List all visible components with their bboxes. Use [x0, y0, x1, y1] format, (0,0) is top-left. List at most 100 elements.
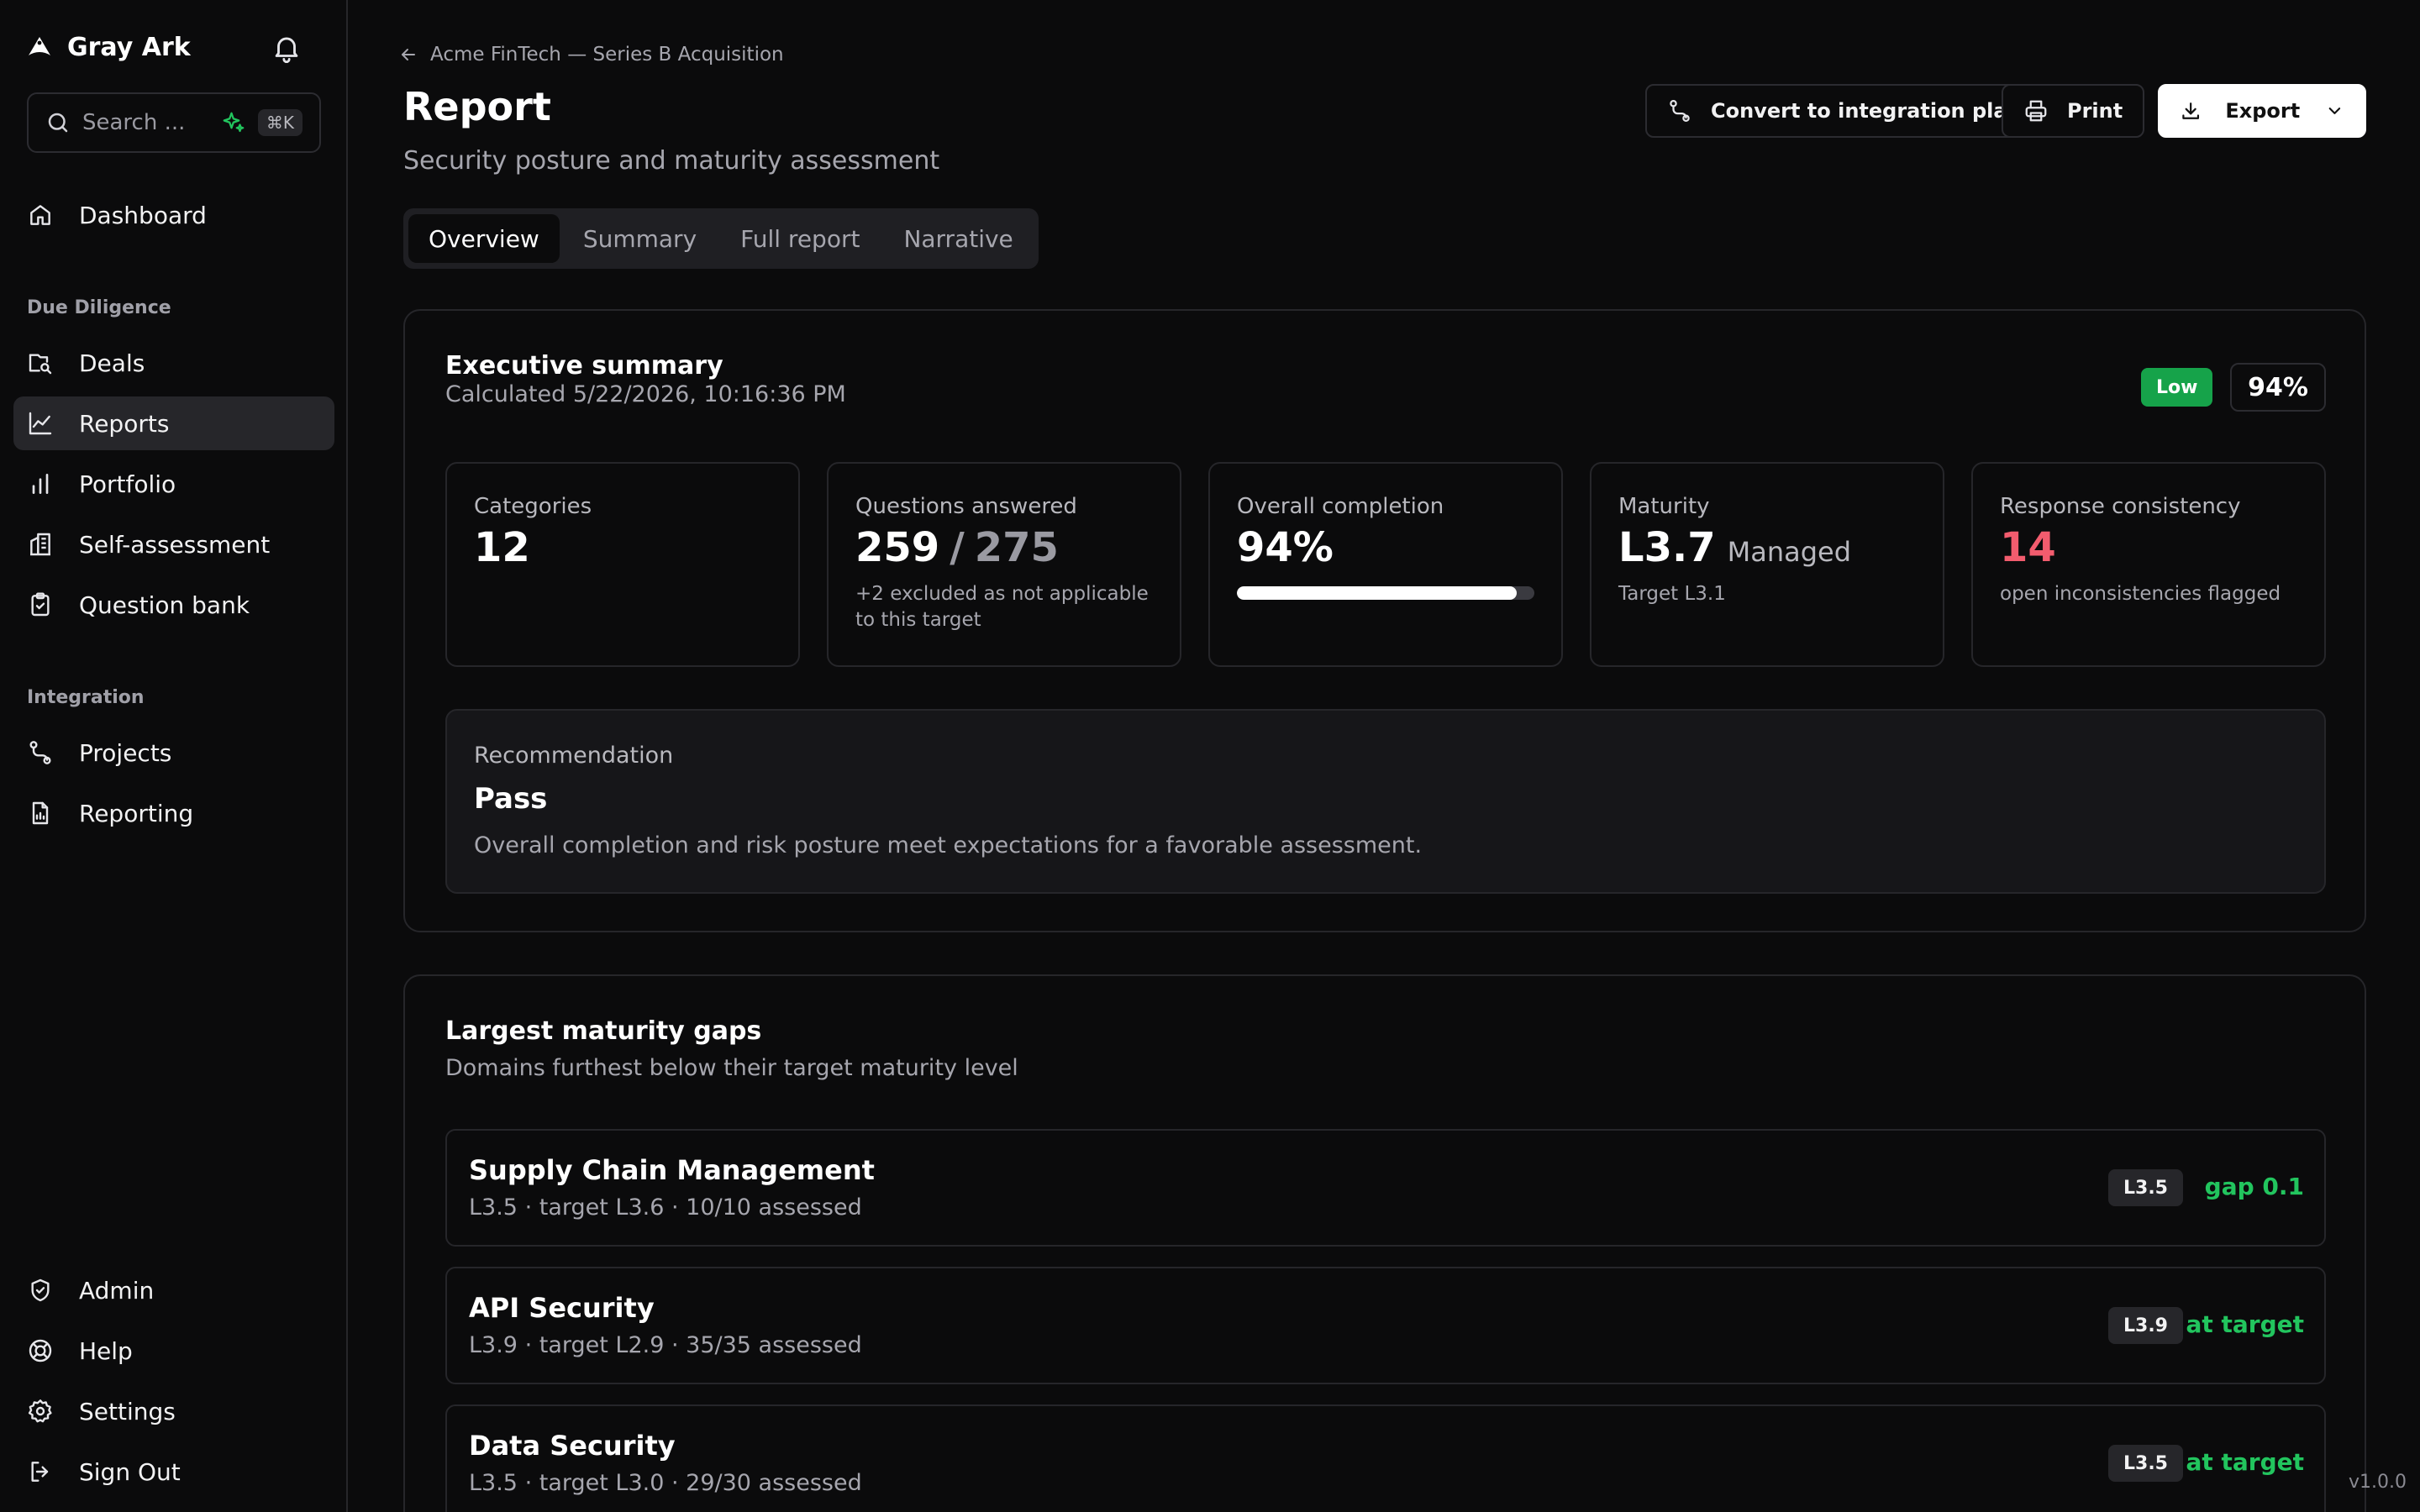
- search-shortcut: ⌘K: [257, 109, 302, 136]
- chevron-down-icon[interactable]: [2325, 100, 2344, 122]
- clipboard-check-icon: [31, 592, 50, 617]
- gap-status: at target: [2186, 1310, 2304, 1338]
- stat-response-consistency: Response consistency 14 open inconsisten…: [1971, 462, 2326, 667]
- gap-row[interactable]: API Security L3.9 · target L2.9 · 35/35 …: [445, 1267, 2326, 1384]
- maturity-target: Target L3.1: [1618, 583, 1726, 605]
- convert-button-label: Convert to integration plan: [1711, 99, 2022, 123]
- lifebuoy-icon: [29, 1339, 52, 1362]
- recommendation-text: Overall completion and risk posture meet…: [474, 832, 1423, 858]
- tab-full-report[interactable]: Full report: [720, 214, 880, 263]
- tab-summary[interactable]: Summary: [563, 214, 717, 263]
- score-badge: 94%: [2230, 363, 2326, 412]
- recommendation-verdict: Pass: [474, 782, 548, 816]
- level-badge: L3.5: [2108, 1169, 2183, 1206]
- sidebar-item-dashboard[interactable]: Dashboard: [13, 188, 334, 242]
- executive-summary-title: Executive summary: [445, 351, 723, 381]
- convert-to-integration-plan-button[interactable]: Convert to integration plan: [1645, 84, 2044, 138]
- sidebar-item-reports[interactable]: Reports: [13, 396, 334, 450]
- print-button-label: Print: [2067, 99, 2123, 123]
- gap-row[interactable]: Supply Chain Management L3.5 · target L3…: [445, 1129, 2326, 1247]
- app-name: Gray Ark: [67, 32, 191, 62]
- sidebar-item-label: Help: [79, 1336, 133, 1365]
- domain-meta: L3.9 · target L2.9 · 35/35 assessed: [469, 1332, 862, 1358]
- route-icon: [1670, 100, 1690, 122]
- main-content: Acme FinTech — Series B Acquisition Repo…: [348, 0, 2420, 1512]
- domain-meta: L3.5 · target L3.6 · 10/10 assessed: [469, 1194, 862, 1221]
- domain-name: API Security: [469, 1292, 655, 1324]
- home-icon: [30, 205, 50, 225]
- sidebar-item-label: Reporting: [79, 799, 194, 827]
- sidebar-item-deals[interactable]: Deals: [13, 336, 334, 390]
- recommendation-label: Recommendation: [474, 743, 674, 769]
- ai-sparkle-icon[interactable]: [221, 110, 246, 135]
- app-version: v1.0.0: [2349, 1472, 2407, 1493]
- level-badge: L3.5: [2108, 1445, 2183, 1482]
- maturity-gaps-card: Largest maturity gaps Domains furthest b…: [403, 974, 2366, 1512]
- maturity-level-value: L3.7: [1618, 524, 1716, 571]
- sidebar-item-portfolio[interactable]: Portfolio: [13, 457, 334, 511]
- stat-label: Overall completion: [1237, 494, 1444, 519]
- level-badge: L3.9: [2108, 1307, 2183, 1344]
- inconsistency-note: open inconsistencies flagged: [2000, 583, 2281, 605]
- sidebar-item-label: Reports: [79, 409, 170, 438]
- stat-label: Questions answered: [855, 494, 1077, 519]
- stat-overall-completion: Overall completion 94%: [1208, 462, 1563, 667]
- sidebar-item-help[interactable]: Help: [13, 1324, 334, 1378]
- questions-total-value: 275: [974, 524, 1059, 571]
- sidebar-item-label: Projects: [79, 738, 172, 767]
- maturity-gaps-subtitle: Domains furthest below their target matu…: [445, 1055, 1018, 1081]
- stat-questions-answered: Questions answered 259 / 275 +2 excluded…: [827, 462, 1181, 667]
- sidebar-item-label: Deals: [79, 349, 145, 377]
- search-icon: [48, 113, 68, 133]
- tab-narrative[interactable]: Narrative: [883, 214, 1033, 263]
- brand[interactable]: Gray Ark: [27, 29, 191, 66]
- maturity-gaps-title: Largest maturity gaps: [445, 1016, 762, 1046]
- completion-progress-fill: [1237, 586, 1517, 600]
- domain-name: Supply Chain Management: [469, 1154, 875, 1186]
- stat-categories: Categories 12: [445, 462, 800, 667]
- questions-answered-value: 259: [855, 524, 940, 571]
- sidebar-item-projects[interactable]: Projects: [13, 726, 334, 780]
- domain-meta: L3.5 · target L3.0 · 29/30 assessed: [469, 1470, 862, 1496]
- notifications-bell-icon[interactable]: [271, 32, 302, 64]
- building-icon: [30, 533, 50, 556]
- stat-value: 94%: [1237, 524, 1334, 571]
- stat-maturity: Maturity L3.7 Managed Target L3.1: [1590, 462, 1944, 667]
- sidebar-item-reporting[interactable]: Reporting: [13, 786, 334, 840]
- sidebar-item-sign-out[interactable]: Sign Out: [13, 1445, 334, 1499]
- printer-icon: [2025, 100, 2047, 122]
- breadcrumb[interactable]: Acme FinTech — Series B Acquisition: [398, 44, 784, 66]
- completion-progress-bar: [1237, 586, 1534, 600]
- domain-name: Data Security: [469, 1430, 676, 1462]
- shield-check-icon: [31, 1278, 50, 1302]
- search-placeholder: Search ...: [82, 110, 186, 135]
- gap-status: at target: [2186, 1448, 2304, 1476]
- print-button[interactable]: Print: [2002, 84, 2145, 138]
- stat-label: Maturity: [1618, 494, 1710, 519]
- chart-line-icon: [29, 412, 52, 435]
- sidebar-item-question-bank[interactable]: Question bank: [13, 578, 334, 632]
- questions-separator: /: [950, 524, 965, 571]
- export-button-label: Export: [2225, 99, 2301, 123]
- sidebar-item-settings[interactable]: Settings: [13, 1384, 334, 1438]
- section-title-due-diligence: Due Diligence: [27, 297, 171, 318]
- gap-row[interactable]: Data Security L3.5 · target L3.0 · 29/30…: [445, 1404, 2326, 1512]
- calculated-timestamp: Calculated 5/22/2026, 10:16:36 PM: [445, 381, 846, 407]
- sidebar-item-admin[interactable]: Admin: [13, 1263, 334, 1317]
- stat-value: 12: [474, 524, 530, 571]
- sidebar-item-label: Sign Out: [79, 1457, 181, 1486]
- stat-label: Categories: [474, 494, 592, 519]
- export-button[interactable]: Export: [2158, 84, 2366, 138]
- sign-out-icon: [31, 1462, 49, 1482]
- sidebar-item-label: Question bank: [79, 591, 250, 619]
- sidebar-item-label: Portfolio: [79, 470, 176, 498]
- sidebar-item-self-assessment[interactable]: Self-assessment: [13, 517, 334, 571]
- search-box[interactable]: Search ... ⌘K: [27, 92, 321, 153]
- questions-excluded-note: +2 excluded as not applicable to this ta…: [855, 583, 1149, 631]
- route-icon: [29, 741, 51, 764]
- file-chart-icon: [32, 801, 49, 825]
- sidebar-item-label: Dashboard: [79, 201, 207, 229]
- tab-overview[interactable]: Overview: [408, 214, 560, 263]
- sidebar-item-label: Admin: [79, 1276, 155, 1305]
- breadcrumb-label: Acme FinTech — Series B Acquisition: [430, 44, 784, 66]
